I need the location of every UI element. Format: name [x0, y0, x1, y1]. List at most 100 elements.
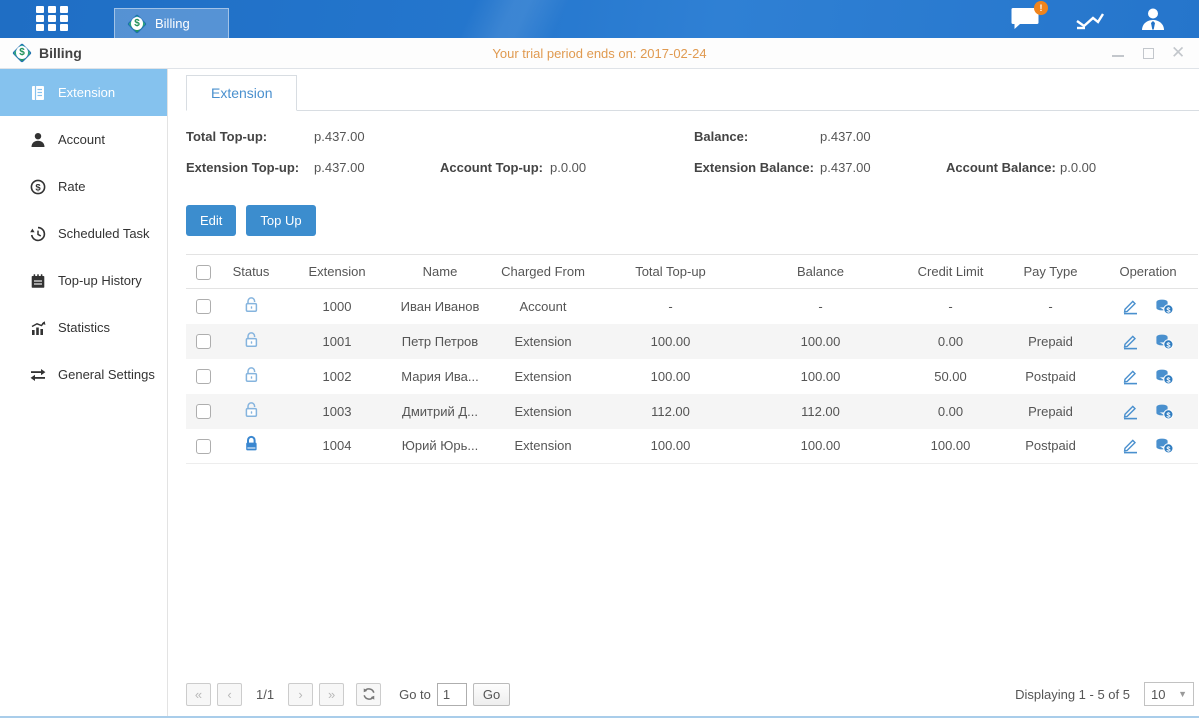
- sidebar-item-general-settings[interactable]: General Settings: [0, 351, 167, 398]
- lock-closed-icon[interactable]: [243, 435, 260, 453]
- extension-topup-label: Extension Top-up:: [186, 160, 299, 175]
- app-launcher-icon[interactable]: [36, 6, 70, 32]
- cell-charged-from: Extension: [488, 394, 598, 429]
- extension-balance-label: Extension Balance:: [694, 160, 814, 175]
- col-charged-from: Charged From: [488, 255, 598, 289]
- goto-page-input[interactable]: [437, 683, 467, 706]
- cell-pay-type: Postpaid: [1003, 359, 1098, 394]
- sidebar-item-rate[interactable]: $ Rate: [0, 163, 167, 210]
- sidebar-item-account[interactable]: Account: [0, 116, 167, 163]
- last-page-button[interactable]: »: [319, 683, 344, 706]
- messages-icon[interactable]: !: [1011, 7, 1041, 31]
- topup-coins-icon[interactable]: $: [1155, 298, 1174, 315]
- account-person-icon: [30, 132, 46, 148]
- sidebar-item-label: General Settings: [58, 367, 155, 382]
- account-topup-value: p.0.00: [550, 160, 586, 175]
- tab-extension[interactable]: Extension: [186, 75, 297, 111]
- row-checkbox[interactable]: [196, 369, 211, 384]
- table-row: 1001Петр ПетровExtension100.00100.000.00…: [186, 324, 1198, 359]
- cell-extension: 1000: [282, 289, 392, 324]
- sidebar-item-statistics[interactable]: Statistics: [0, 304, 167, 351]
- page-size-select[interactable]: 10 ▼: [1144, 682, 1194, 706]
- col-credit-limit: Credit Limit: [898, 255, 1003, 289]
- row-checkbox[interactable]: [196, 299, 211, 314]
- edit-pencil-icon[interactable]: [1122, 298, 1139, 315]
- page-indicator: 1/1: [248, 687, 282, 702]
- topup-history-notebook-icon: [30, 273, 46, 289]
- row-checkbox[interactable]: [196, 439, 211, 454]
- cell-charged-from: Extension: [488, 324, 598, 359]
- edit-button[interactable]: Edit: [186, 205, 236, 236]
- cell-extension: 1003: [282, 394, 392, 429]
- cell-pay-type: Prepaid: [1003, 324, 1098, 359]
- cell-balance: 100.00: [743, 359, 898, 394]
- page-size-value: 10: [1151, 687, 1165, 702]
- table-row: 1004Юрий Юрь...Extension100.00100.00100.…: [186, 429, 1198, 464]
- trial-notice: Your trial period ends on: 2017-02-24: [0, 46, 1199, 61]
- statistics-chart-icon: [30, 320, 46, 336]
- cell-total-topup: 112.00: [598, 394, 743, 429]
- goto-label: Go to: [399, 687, 431, 702]
- topup-coins-icon[interactable]: $: [1155, 368, 1174, 385]
- cell-total-topup: 100.00: [598, 324, 743, 359]
- cell-extension: 1001: [282, 324, 392, 359]
- user-account-icon[interactable]: [1139, 7, 1169, 31]
- account-balance-value: p.0.00: [1060, 160, 1096, 175]
- col-status: Status: [220, 255, 282, 289]
- close-button[interactable]: ✕: [1171, 46, 1185, 60]
- sidebar-item-topup-history[interactable]: Top-up History: [0, 257, 167, 304]
- topup-coins-icon[interactable]: $: [1155, 403, 1174, 420]
- maximize-button[interactable]: [1141, 46, 1155, 60]
- go-button[interactable]: Go: [473, 683, 510, 706]
- edit-pencil-icon[interactable]: [1122, 403, 1139, 420]
- balance-value: p.437.00: [820, 129, 871, 144]
- cell-credit-limit: 50.00: [898, 359, 1003, 394]
- sidebar-item-scheduled-task[interactable]: Scheduled Task: [0, 210, 167, 257]
- col-balance: Balance: [743, 255, 898, 289]
- app-tab-label: Billing: [155, 16, 190, 31]
- first-page-button[interactable]: «: [186, 683, 211, 706]
- select-all-checkbox[interactable]: [196, 265, 211, 280]
- next-page-button[interactable]: ›: [288, 683, 313, 706]
- lock-open-icon[interactable]: [243, 331, 260, 349]
- cell-total-topup: 100.00: [598, 359, 743, 394]
- prev-page-button[interactable]: ‹: [217, 683, 242, 706]
- cell-extension: 1004: [282, 429, 392, 464]
- cell-total-topup: 100.00: [598, 429, 743, 464]
- scheduled-task-clock-icon: [30, 226, 46, 242]
- edit-pencil-icon[interactable]: [1122, 437, 1139, 454]
- cell-total-topup: -: [598, 289, 743, 324]
- cell-charged-from: Account: [488, 289, 598, 324]
- edit-pencil-icon[interactable]: [1122, 368, 1139, 385]
- topup-button[interactable]: Top Up: [246, 205, 315, 236]
- app-tab-billing[interactable]: $ Billing: [114, 8, 229, 38]
- account-topup-label: Account Top-up:: [440, 160, 543, 175]
- sidebar-item-label: Extension: [58, 85, 115, 100]
- cell-name: Иван Иванов: [392, 289, 488, 324]
- row-checkbox[interactable]: [196, 404, 211, 419]
- col-name: Name: [392, 255, 488, 289]
- sidebar: Extension Account $ Rate Scheduled Task …: [0, 69, 168, 716]
- cell-name: Петр Петров: [392, 324, 488, 359]
- cell-name: Юрий Юрь...: [392, 429, 488, 464]
- lock-open-icon[interactable]: [243, 366, 260, 384]
- cell-credit-limit: -: [898, 289, 1003, 324]
- reports-chart-icon[interactable]: [1075, 7, 1105, 31]
- lock-open-icon[interactable]: [243, 401, 260, 419]
- col-total-topup: Total Top-up: [598, 255, 743, 289]
- minimize-button[interactable]: [1111, 46, 1125, 60]
- topup-coins-icon[interactable]: $: [1155, 437, 1174, 454]
- edit-pencil-icon[interactable]: [1122, 333, 1139, 350]
- col-extension: Extension: [282, 255, 392, 289]
- sidebar-item-extension[interactable]: Extension: [0, 69, 167, 116]
- extension-ledger-icon: [30, 85, 46, 101]
- lock-open-icon[interactable]: [243, 296, 260, 314]
- cell-pay-type: Postpaid: [1003, 429, 1098, 464]
- extension-topup-value: p.437.00: [314, 160, 365, 175]
- topup-coins-icon[interactable]: $: [1155, 333, 1174, 350]
- cell-charged-from: Extension: [488, 429, 598, 464]
- table-row: 1003Дмитрий Д...Extension112.00112.000.0…: [186, 394, 1198, 429]
- refresh-icon[interactable]: [356, 683, 381, 706]
- row-checkbox[interactable]: [196, 334, 211, 349]
- notification-badge: !: [1034, 1, 1048, 15]
